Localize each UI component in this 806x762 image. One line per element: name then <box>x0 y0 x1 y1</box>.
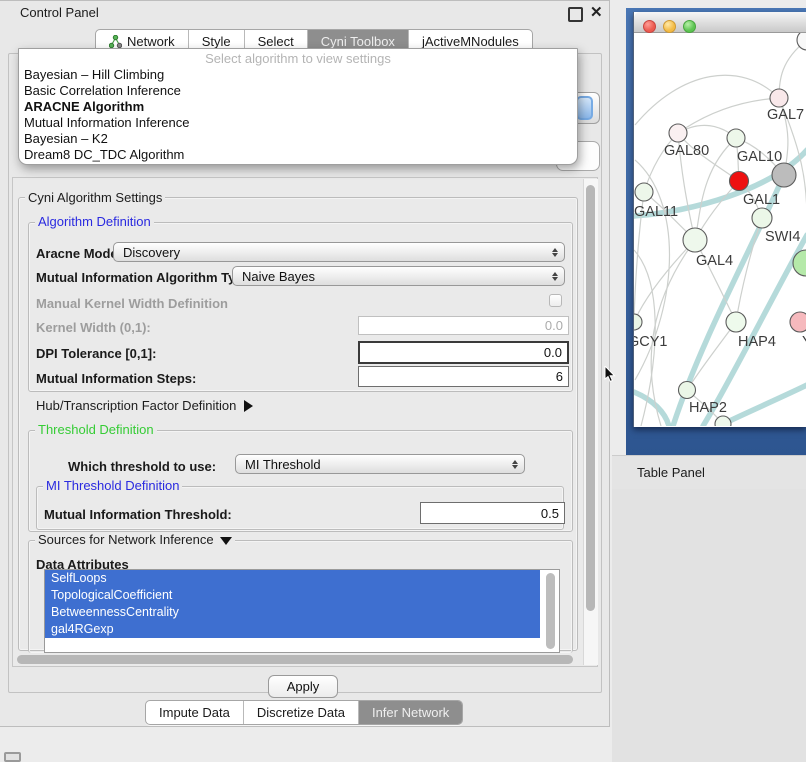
group-title: MI Threshold Definition <box>43 479 182 492</box>
table-panel-header: Table Panel <box>612 455 806 489</box>
expanded-arrow-icon <box>220 537 232 545</box>
stepper-icon <box>549 245 560 260</box>
node-label: GAL11 <box>634 204 678 220</box>
collapsed-arrow-icon <box>244 400 253 412</box>
kernel-width-label: Kernel Width (0,1): <box>36 320 151 335</box>
mi-threshold-label: Mutual Information Threshold: <box>44 507 232 522</box>
tab-infer-network[interactable]: Infer Network <box>358 701 462 724</box>
mi-algorithm-type-label: Mutual Information Algorithm Type: <box>36 270 255 285</box>
screen: Control Panel ✕ Network Style Select <box>0 0 806 762</box>
network-edge <box>634 392 669 426</box>
attribute-list-item[interactable]: TopologicalCoefficient <box>45 587 540 604</box>
dpi-tolerance-label: DPI Tolerance [0,1]: <box>36 346 156 361</box>
manual-kernel-width-label: Manual Kernel Width Definition <box>36 296 228 311</box>
group-title: Threshold Definition <box>35 423 157 436</box>
node-label: SWI4 <box>765 229 800 245</box>
attribute-list-item[interactable]: BetweennessCentrality <box>45 604 540 621</box>
vertical-scrollbar-thumb[interactable] <box>586 185 595 611</box>
network-node[interactable] <box>730 172 749 191</box>
algorithm-option[interactable]: ARACNE Algorithm <box>19 99 577 115</box>
mi-threshold-input[interactable] <box>420 502 565 524</box>
dpi-tolerance-input[interactable] <box>358 341 569 364</box>
network-edge <box>719 385 806 426</box>
network-edge <box>644 133 678 192</box>
group-title: Algorithm Definition <box>35 215 154 228</box>
hub-definition-toggle[interactable]: Hub/Transcription Factor Definition <box>36 398 253 413</box>
list-scrollbar-thumb[interactable] <box>546 573 555 649</box>
manual-kernel-width-checkbox[interactable] <box>549 294 562 307</box>
network-node[interactable] <box>683 228 707 252</box>
network-node[interactable] <box>727 129 745 147</box>
node-label: GAL1 <box>743 192 780 208</box>
stepper-icon <box>549 269 560 284</box>
table-panel-body: ⚙ ☑☑ ☐☐ shared... name YDL19...YDL19...1… <box>612 489 806 762</box>
tab-impute-data[interactable]: Impute Data <box>146 701 243 724</box>
group-title: Cyni Algorithm Settings <box>25 191 165 204</box>
algorithm-dropdown-popup: Select algorithm to view settings Bayesi… <box>18 48 578 165</box>
algorithm-option[interactable]: Mutual Information Inference <box>19 115 577 131</box>
combo-stepper-focused[interactable] <box>576 96 593 120</box>
node-label: GAL10 <box>737 149 782 165</box>
network-node[interactable] <box>752 208 772 228</box>
which-threshold-combo[interactable]: MI Threshold <box>235 454 525 474</box>
apply-button[interactable]: Apply <box>268 675 338 698</box>
attribute-list-item[interactable]: gal4RGexp <box>45 621 540 638</box>
algorithm-option[interactable]: Bayesian – K2 <box>19 131 577 147</box>
node-label: GAL4 <box>696 253 733 269</box>
node-label: GAL80 <box>664 143 709 159</box>
which-threshold-label: Which threshold to use: <box>68 459 216 474</box>
kernel-width-input[interactable] <box>358 316 569 335</box>
node-label: HAP2 <box>689 400 727 416</box>
network-node[interactable] <box>679 382 696 399</box>
network-node[interactable] <box>772 163 796 187</box>
network-node[interactable] <box>669 124 687 142</box>
data-attributes-list: SelfLoopsTopologicalCoefficientBetweenne… <box>44 569 560 653</box>
aracne-mode-label: Aracne Mode: <box>36 246 122 261</box>
network-node[interactable] <box>634 314 642 330</box>
node-label: HAP4 <box>738 334 776 350</box>
close-traffic-light[interactable] <box>643 20 656 33</box>
network-canvas[interactable]: GAL7 GAL80 GAL10 GAL1 GAL11 SWI4 GAL4 GCY1 HAP4 Y… <box>634 33 806 426</box>
close-icon[interactable]: ✕ <box>590 3 603 21</box>
stepper-icon <box>509 457 520 472</box>
node-label: GAL7 <box>767 107 804 123</box>
mi-algorithm-type-combo[interactable]: Naive Bayes <box>232 266 565 286</box>
panel-collapse-button[interactable] <box>4 752 21 762</box>
control-panel-title: Control Panel <box>20 5 99 20</box>
tab-discretize-data[interactable]: Discretize Data <box>243 701 358 724</box>
bottom-tabs: Impute Data Discretize Data Infer Networ… <box>145 700 463 725</box>
network-canvas-svg: GAL7 GAL80 GAL10 GAL1 GAL11 SWI4 GAL4 GCY1 HAP4 Y… <box>634 33 806 426</box>
zoom-traffic-light[interactable] <box>683 20 696 33</box>
node-label: GCY1 <box>634 334 668 350</box>
minimize-traffic-light[interactable] <box>663 20 676 33</box>
network-edge <box>678 98 779 133</box>
table-panel-title: Table Panel <box>637 465 705 480</box>
network-node[interactable] <box>790 312 806 332</box>
horizontal-scrollbar-thumb[interactable] <box>17 655 573 664</box>
mi-steps-label: Mutual Information Steps: <box>36 371 196 386</box>
mi-steps-input[interactable] <box>358 366 569 387</box>
network-node[interactable] <box>726 312 746 332</box>
attribute-list-item[interactable]: SelfLoops <box>45 570 540 587</box>
aracne-mode-combo[interactable]: Discovery <box>113 242 565 262</box>
sources-group-toggle[interactable]: Sources for Network Inference <box>35 533 235 546</box>
algorithm-dropdown-list: Bayesian – Hill ClimbingBasic Correlatio… <box>19 67 577 163</box>
network-window-titlebar[interactable] <box>634 12 806 33</box>
dropdown-placeholder: Select algorithm to view settings <box>19 49 577 67</box>
float-window-icon[interactable] <box>568 7 583 22</box>
algorithm-option[interactable]: Bayesian – Hill Climbing <box>19 67 577 83</box>
network-node[interactable] <box>770 89 788 107</box>
algorithm-option[interactable]: Dream8 DC_TDC Algorithm <box>19 147 577 163</box>
network-view-window: GAL7 GAL80 GAL10 GAL1 GAL11 SWI4 GAL4 GCY1 HAP4 Y… <box>633 12 806 427</box>
network-tree-icon <box>109 35 122 48</box>
algorithm-option[interactable]: Basic Correlation Inference <box>19 83 577 99</box>
network-node[interactable] <box>635 183 653 201</box>
node-label: Y <box>802 334 806 350</box>
control-panel-window: Control Panel ✕ Network Style Select <box>0 0 610 727</box>
mouse-cursor <box>604 366 618 384</box>
